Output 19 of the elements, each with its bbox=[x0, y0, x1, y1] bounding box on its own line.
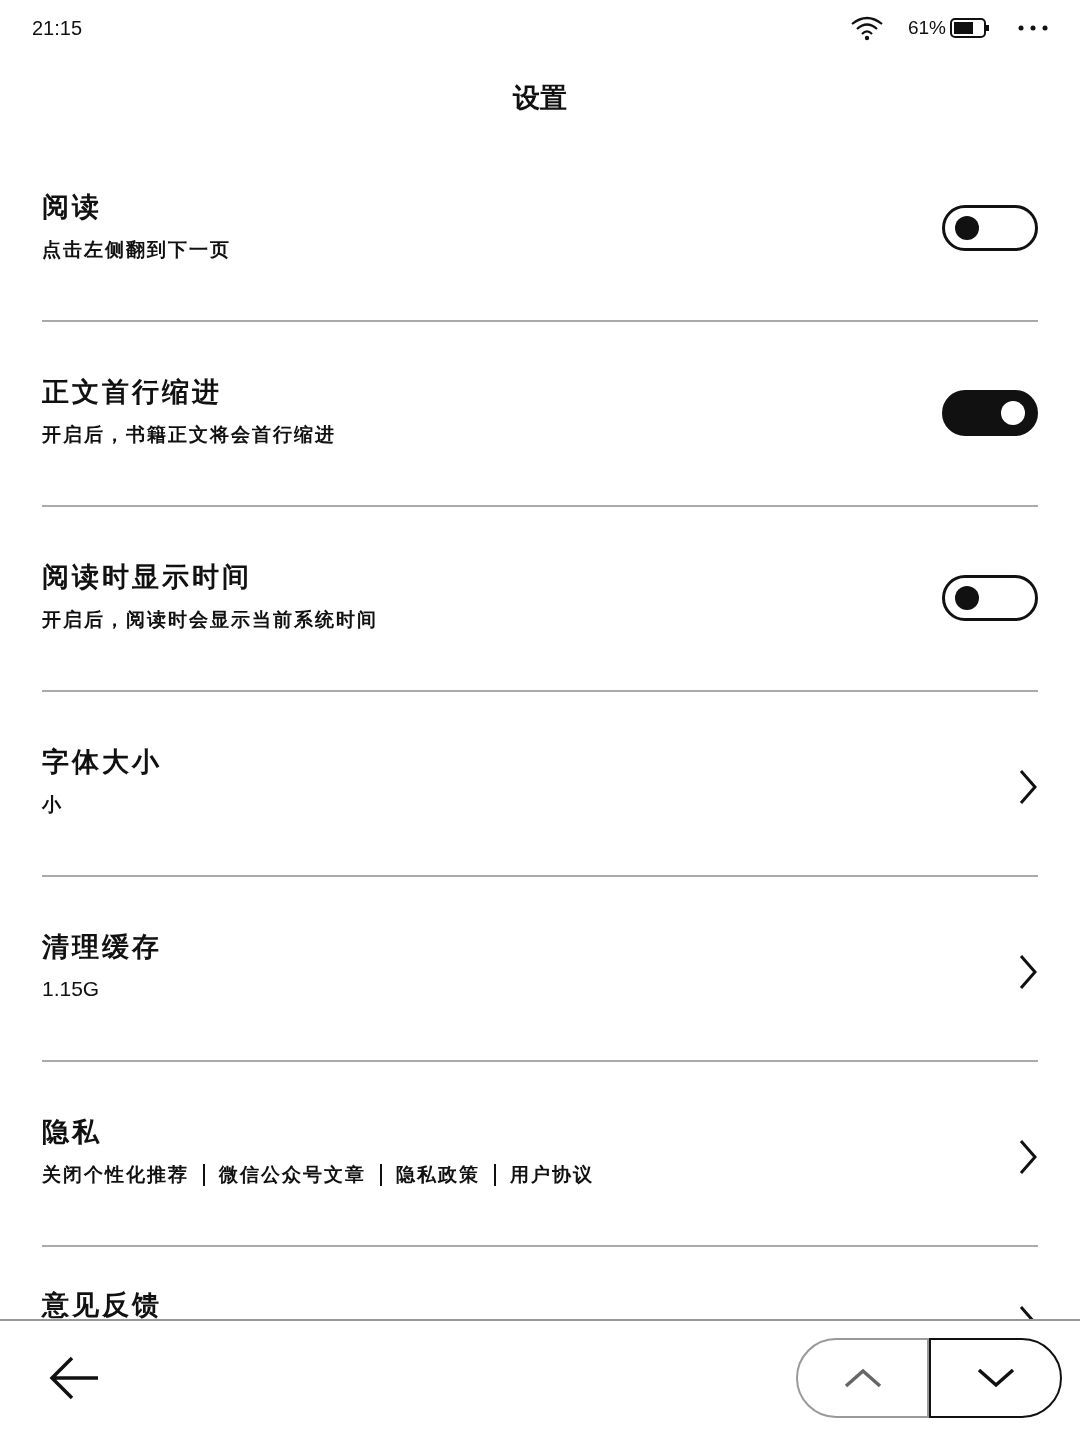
status-time: 21:15 bbox=[32, 16, 83, 40]
privacy-link[interactable]: 用户协议 bbox=[510, 1162, 594, 1188]
privacy-link[interactable]: 隐私政策 bbox=[396, 1162, 480, 1188]
setting-title: 清理缓存 bbox=[42, 930, 163, 964]
setting-title: 意见反馈 bbox=[42, 1288, 163, 1319]
setting-description: 开启后，书籍正文将会首行缩进 bbox=[42, 422, 337, 447]
setting-title: 阅读 bbox=[42, 190, 103, 224]
privacy-link[interactable]: 微信公众号文章 bbox=[219, 1162, 366, 1188]
cache-size: 1.15G bbox=[42, 977, 101, 1001]
setting-title: 字体大小 bbox=[42, 745, 163, 779]
setting-title: 阅读时显示时间 bbox=[42, 560, 253, 594]
setting-description: 小 bbox=[42, 792, 64, 817]
battery-percent: 61% bbox=[907, 17, 946, 39]
setting-title: 正文首行缩进 bbox=[42, 375, 223, 409]
setting-description: 点击左侧翻到下一页 bbox=[42, 237, 232, 262]
page-title: 设置 bbox=[511, 81, 568, 115]
setting-description: 开启后，阅读时会显示当前系统时间 bbox=[42, 607, 379, 632]
privacy-link[interactable]: 关闭个性化推荐 bbox=[42, 1162, 189, 1188]
setting-title: 隐私 bbox=[42, 1115, 103, 1149]
